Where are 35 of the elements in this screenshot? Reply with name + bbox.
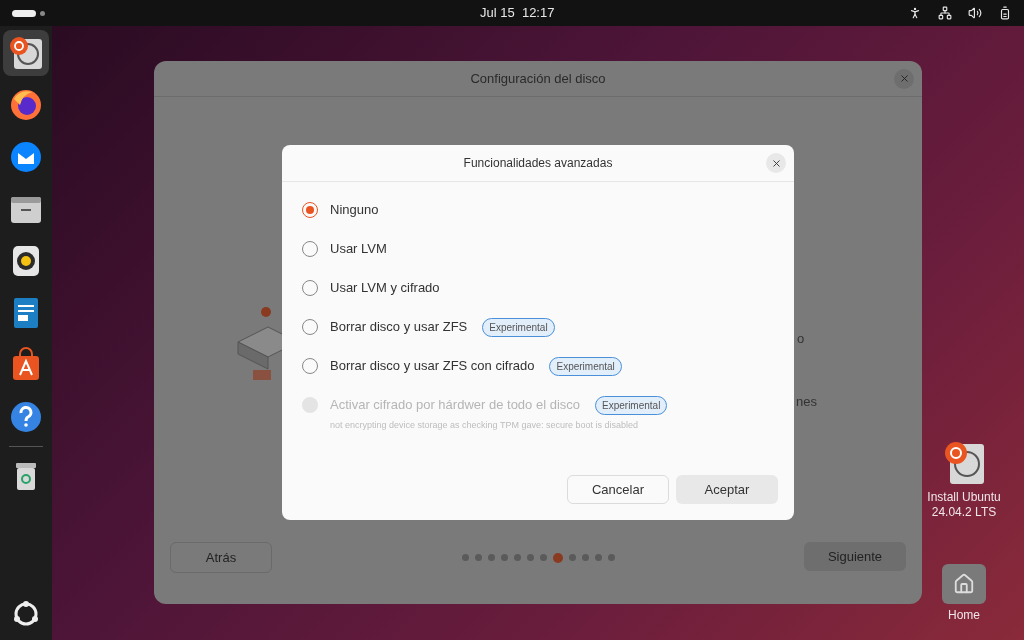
desktop-icon-label[interactable]: Home [948, 608, 980, 623]
installer-disk-icon [8, 35, 44, 71]
network-icon[interactable] [938, 6, 952, 20]
option-label: Activar cifrado por hárdwer de todo el disco [330, 396, 580, 414]
option-label: Usar LVM y cifrado [330, 279, 440, 297]
cancel-button[interactable]: Cancelar [567, 475, 669, 504]
battery-icon[interactable] [998, 6, 1012, 20]
close-icon [770, 157, 782, 169]
home-folder-icon[interactable] [942, 564, 986, 604]
option-label: Borrar disco y usar ZFS [330, 318, 468, 336]
accept-button[interactable]: Aceptar [676, 475, 778, 504]
option-label: Usar LVM [330, 240, 387, 258]
experimental-tag: Experimental [595, 395, 668, 415]
browser-icon [8, 87, 44, 123]
mail-icon [8, 139, 44, 175]
workspace-indicator[interactable] [12, 9, 36, 17]
help-icon [8, 399, 44, 435]
window-title: Configuración del disco [470, 69, 606, 88]
option-label: Ninguno [330, 201, 379, 219]
close-icon [898, 73, 910, 84]
app-grid-icon[interactable] [12, 600, 40, 628]
close-button[interactable] [766, 153, 786, 173]
desktop-icon-label[interactable]: Install Ubuntu 24.04.2 LTS [927, 490, 1001, 520]
option-label: Borrar disco y usar ZFS con cifrado [330, 357, 535, 375]
installer-disk-icon[interactable] [942, 440, 986, 486]
background-text: nes [796, 393, 817, 411]
volume-icon[interactable] [968, 6, 982, 20]
back-button[interactable]: Atrás [170, 542, 272, 573]
dock-item[interactable] [3, 30, 49, 76]
experimental-tag: Experimental [482, 317, 555, 337]
experimental-tag: Experimental [549, 356, 622, 376]
accessibility-icon[interactable] [908, 6, 922, 20]
dialog-title: Funcionalidades avanzadas [463, 155, 613, 172]
clock[interactable]: Jul 15 12:17 [480, 3, 555, 23]
background-text: o [797, 330, 805, 348]
